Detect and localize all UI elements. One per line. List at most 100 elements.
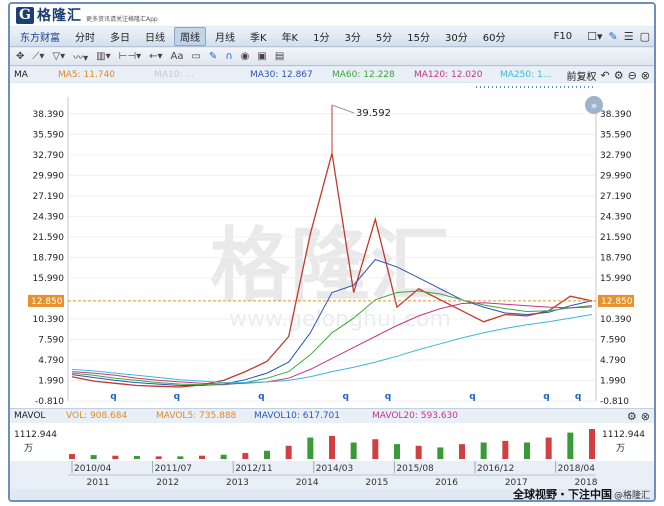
- time-axis-svg: 2010/04 2011/07 2012/11 2014/03 2015/08 2016/…: [68, 461, 598, 489]
- price-tick-left: 35.590: [33, 130, 65, 140]
- mavol20-value: MAVOL20: 593.630: [372, 411, 459, 421]
- tab-weekly[interactable]: 周线: [174, 27, 206, 46]
- time-tick-date: 2011/07: [155, 464, 192, 474]
- trash-icon[interactable]: ▤: [275, 51, 284, 62]
- volume-bar: [329, 435, 335, 459]
- logo-icon: G: [16, 6, 34, 24]
- price-tick-left: 24.390: [33, 212, 65, 222]
- magnet-icon[interactable]: ∩: [225, 51, 232, 62]
- peak-price-label: 39.592: [356, 108, 391, 119]
- tab-quarterly[interactable]: 季K: [244, 27, 273, 46]
- tab-30min[interactable]: 30分: [439, 27, 474, 46]
- price-tick-right: 32.790: [600, 151, 632, 161]
- settings-icon[interactable]: ⚙: [614, 69, 624, 83]
- volume-bar: [134, 456, 140, 459]
- price-tick-right: 1.990: [600, 376, 626, 386]
- comment-icon[interactable]: ▭: [191, 51, 200, 62]
- line-icon[interactable]: ⟋▾: [32, 51, 44, 62]
- drawing-toolbar: ✥ ⟋▾ ▽▾ 〰▾ ▥▾ ⊢⊣▾ ←▾ Aa ▭ ✎ ∩ ◉ ▣ ▤: [10, 48, 654, 66]
- wave-icon[interactable]: 〰▾: [73, 49, 88, 64]
- price-tick-right: 24.390: [600, 212, 632, 222]
- time-tick-year: 2013: [226, 478, 249, 488]
- range-icon[interactable]: ⊢⊣▾: [119, 51, 141, 62]
- volume-bar: [459, 444, 465, 459]
- watermark-url: www.gelonghui.com: [229, 307, 451, 332]
- eye-icon[interactable]: ◉: [241, 51, 250, 62]
- price-tick-right: 7.590: [600, 335, 626, 345]
- volume-bar: [372, 439, 379, 459]
- cursor-icon[interactable]: ✥: [16, 51, 24, 62]
- tab-3min[interactable]: 3分: [339, 27, 367, 46]
- brand-name: 格隆汇: [37, 8, 82, 24]
- brand-tagline: 更多资讯请关注格隆汇App: [86, 15, 158, 23]
- channel-icon[interactable]: ▽▾: [52, 51, 65, 62]
- volume-bar: [90, 455, 97, 459]
- tab-daily[interactable]: 日线: [139, 27, 171, 46]
- expand-arrow-glyph: »: [591, 99, 598, 112]
- tab-yearly[interactable]: 年K: [276, 27, 305, 46]
- mavol5-value: MAVOL5: 735.888: [156, 411, 237, 421]
- pen-icon[interactable]: ✎: [609, 30, 618, 44]
- price-tick-right: -0.810: [600, 397, 629, 407]
- volume-close-icon[interactable]: ⊗: [641, 410, 650, 424]
- volume-axis-top-right: 1112.944: [602, 430, 645, 440]
- event-marker[interactable]: q: [258, 392, 264, 402]
- tab-60min[interactable]: 60分: [477, 27, 512, 46]
- text-icon[interactable]: Aa: [171, 51, 184, 62]
- lock-icon[interactable]: ▣: [257, 51, 266, 62]
- event-marker[interactable]: q: [343, 392, 349, 402]
- indicator-name[interactable]: MA: [14, 70, 58, 80]
- price-chart[interactable]: 格隆汇 www.gelonghui.com 38.390 35.590 32.790…: [10, 83, 654, 410]
- maximize-icon[interactable]: ▢: [640, 30, 650, 44]
- minus-icon[interactable]: ⊖: [628, 69, 637, 83]
- event-marker[interactable]: q: [469, 392, 475, 402]
- ma5-value: MA5: 11.740: [58, 69, 116, 80]
- volume-bar: [285, 445, 292, 459]
- tab-multiday[interactable]: 多日: [104, 27, 136, 46]
- price-tick-left: 32.790: [33, 151, 65, 161]
- price-tick-right: 4.790: [600, 356, 626, 366]
- tab-eastmoney[interactable]: 东方财富: [14, 27, 66, 46]
- ma120-value: MA120: 12.020: [414, 69, 483, 80]
- volume-bar: [480, 442, 487, 459]
- undo-icon[interactable]: ↶: [600, 69, 609, 83]
- close-icon[interactable]: ⊗: [641, 69, 650, 83]
- volume-chart[interactable]: 1112.944 万 1112.944 万: [10, 423, 654, 461]
- event-marker[interactable]: q: [174, 392, 180, 402]
- current-price-left: 12.850: [31, 297, 63, 307]
- time-tick-date: 2012/11: [235, 464, 272, 474]
- time-tick-year: 2015: [365, 478, 388, 488]
- time-tick-date: 2018/04: [558, 464, 596, 474]
- adjust-dropdown[interactable]: 前复权: [566, 68, 596, 83]
- price-tick-right: 29.990: [600, 171, 632, 181]
- period-toolbar: 东方财富 分时 多日 日线 周线 月线 季K 年K 1分 3分 5分 15分 3…: [10, 27, 654, 47]
- footer: 全球视野・下注中国 @格隆汇: [10, 488, 654, 500]
- event-marker[interactable]: q: [385, 392, 391, 402]
- volume-indicator-name[interactable]: MAVOL: [14, 411, 66, 421]
- volume-bar: [264, 450, 270, 459]
- volume-settings-icon[interactable]: ⚙: [627, 410, 637, 424]
- pencil-icon[interactable]: ✎: [209, 51, 217, 62]
- menu-icon[interactable]: ☰: [624, 30, 634, 44]
- event-marker[interactable]: q: [110, 392, 116, 402]
- price-tick-left: 38.390: [33, 110, 65, 120]
- checkbox-dropdown-icon[interactable]: ☐▾: [587, 30, 602, 44]
- tab-5min[interactable]: 5分: [370, 27, 398, 46]
- volume-bar: [524, 442, 530, 459]
- fibonacci-icon[interactable]: ▥▾: [96, 51, 110, 62]
- brand-bar: G 格隆汇 更多资讯请关注格隆汇App: [10, 4, 654, 26]
- tab-15min[interactable]: 15分: [401, 27, 436, 46]
- price-tick-right: 21.590: [600, 233, 632, 243]
- tab-monthly[interactable]: 月线: [209, 27, 241, 46]
- vol-value: VOL: 908.684: [66, 411, 128, 421]
- f10-button[interactable]: F10: [548, 29, 578, 44]
- tab-1min[interactable]: 1分: [307, 27, 335, 46]
- arrow-icon[interactable]: ←▾: [149, 51, 162, 62]
- time-tick-year: 2016: [435, 478, 458, 488]
- volume-bar: [415, 445, 422, 459]
- price-tick-right: 38.390: [600, 110, 632, 120]
- tab-intraday[interactable]: 分时: [69, 27, 101, 46]
- ma10-value: MA10: ...: [154, 69, 194, 80]
- event-marker[interactable]: q: [575, 392, 581, 402]
- event-marker[interactable]: q: [543, 392, 549, 402]
